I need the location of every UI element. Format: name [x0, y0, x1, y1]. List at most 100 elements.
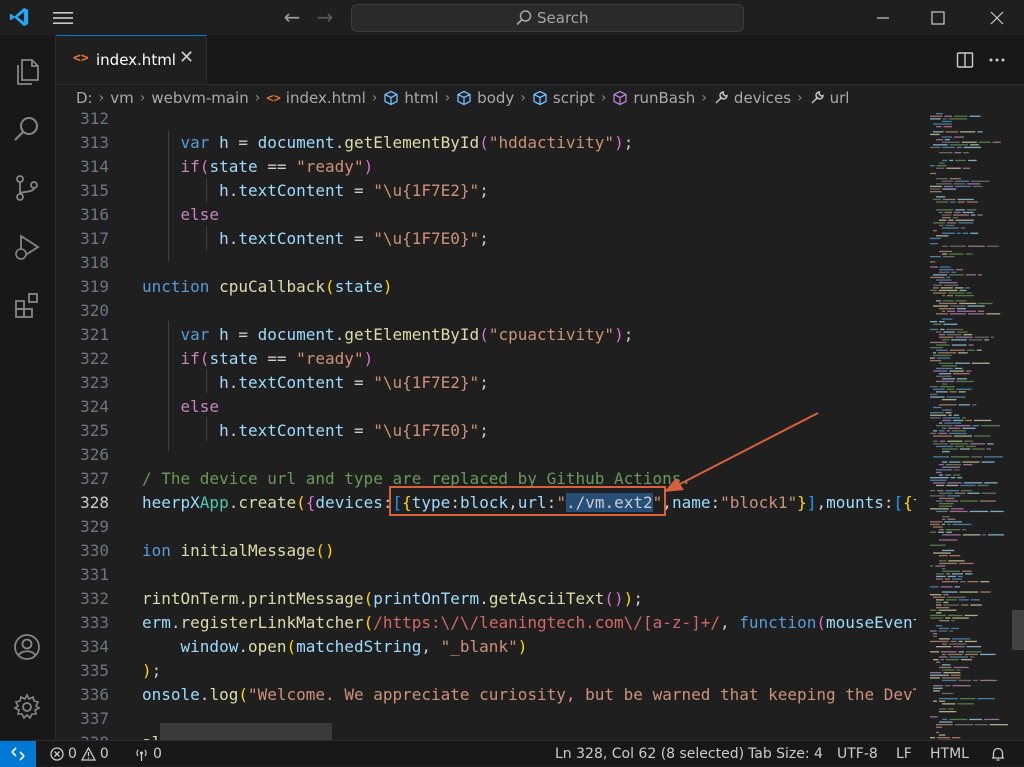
cursor-position[interactable]: Ln 328, Col 62 (8 selected)	[555, 744, 744, 764]
code-line[interactable]: 324 else	[56, 395, 916, 419]
line-number: 327	[56, 467, 109, 491]
chevron-right-icon: ›	[601, 90, 607, 106]
code-text: else	[142, 203, 219, 227]
code-line[interactable]: 320	[56, 299, 916, 323]
line-number: 338	[56, 731, 109, 740]
code-line[interactable]: 331	[56, 563, 916, 587]
breadcrumb-item[interactable]: script	[532, 89, 595, 107]
code-line[interactable]: 316 else	[56, 203, 916, 227]
chevron-right-icon: ›	[445, 90, 451, 106]
breadcrumb-item[interactable]: vm	[110, 89, 134, 107]
source-control-icon[interactable]	[9, 170, 45, 206]
language-mode-button[interactable]: HTML	[930, 744, 969, 764]
line-number: 316	[56, 203, 109, 227]
breadcrumb-item[interactable]: <>index.html	[266, 89, 365, 107]
line-number: 314	[56, 155, 109, 179]
close-icon[interactable]: ✕	[179, 49, 194, 67]
chevron-right-icon: ›	[797, 90, 803, 106]
code-line[interactable]: 330ion initialMessage()	[56, 539, 916, 563]
more-actions-icon[interactable]	[988, 51, 1006, 69]
breadcrumb-item[interactable]: body	[456, 89, 514, 107]
code-line[interactable]: 334 window.open(matchedString, "_blank")	[56, 635, 916, 659]
minimap[interactable]	[916, 111, 1010, 740]
problems-button[interactable]: 0 0	[50, 744, 109, 764]
breadcrumb-item[interactable]: runBash	[612, 89, 695, 107]
code-text: h.textContent = "\u{1F7E2}";	[142, 179, 489, 203]
line-number: 325	[56, 419, 109, 443]
code-line[interactable]: 323 h.textContent = "\u{1F7E2}";	[56, 371, 916, 395]
breadcrumb-item[interactable]: devices	[713, 89, 791, 107]
notifications-bell-icon[interactable]	[990, 744, 1006, 764]
line-number: 315	[56, 179, 109, 203]
activity-bar	[0, 35, 56, 740]
code-line[interactable]: 325 h.textContent = "\u{1F7E0}";	[56, 419, 916, 443]
cube-icon	[383, 90, 399, 106]
indentation-button[interactable]: Tab Size: 4	[748, 744, 823, 764]
vertical-scrollbar[interactable]	[1010, 111, 1024, 740]
code-text: window.open(matchedString, "_blank")	[142, 635, 527, 659]
code-line[interactable]: 321 var h = document.getElementById("cpu…	[56, 323, 916, 347]
eol-button[interactable]: LF	[896, 744, 912, 764]
chevron-right-icon: ›	[701, 90, 707, 106]
search-icon[interactable]	[9, 111, 45, 147]
chevron-right-icon: ›	[520, 90, 526, 106]
remote-icon	[10, 746, 26, 762]
remote-indicator-button[interactable]	[0, 741, 36, 767]
scrollbar-thumb[interactable]	[1012, 610, 1024, 650]
command-center-search[interactable]: Search	[351, 4, 744, 32]
code-line[interactable]: 322 if(state == "ready")	[56, 347, 916, 371]
line-number: 318	[56, 251, 109, 275]
code-line[interactable]: 312	[56, 111, 916, 131]
code-line[interactable]: 319unction cpuCallback(state)	[56, 275, 916, 299]
code-text: var h = document.getElementById("hddacti…	[142, 131, 633, 155]
code-text: h.textContent = "\u{1F7E2}";	[142, 371, 489, 395]
minimize-button[interactable]	[860, 0, 906, 35]
close-window-button[interactable]	[974, 0, 1020, 35]
line-number: 324	[56, 395, 109, 419]
code-line[interactable]: 314 if(state == "ready")	[56, 155, 916, 179]
code-line[interactable]: 335);	[56, 659, 916, 683]
menu-icon[interactable]	[52, 9, 74, 27]
code-line[interactable]: 315 h.textContent = "\u{1F7E2}";	[56, 179, 916, 203]
line-number: 331	[56, 563, 109, 587]
wrench-icon	[809, 90, 825, 106]
code-text: unction cpuCallback(state)	[142, 275, 393, 299]
code-line[interactable]: 332rintOnTerm.printMessage(printOnTerm.g…	[56, 587, 916, 611]
code-line[interactable]: 329	[56, 515, 916, 539]
code-line[interactable]: 336onsole.log("Welcome. We appreciate cu…	[56, 683, 916, 707]
code-line[interactable]: 326	[56, 443, 916, 467]
search-icon	[515, 9, 533, 27]
code-text: var h = document.getElementById("cpuacti…	[142, 323, 633, 347]
accounts-icon[interactable]	[9, 629, 45, 665]
maximize-button[interactable]	[915, 0, 961, 35]
chevron-right-icon: ›	[255, 90, 261, 106]
explorer-icon[interactable]	[9, 53, 45, 89]
back-arrow-icon[interactable]: ←	[280, 6, 304, 30]
line-number: 329	[56, 515, 109, 539]
breadcrumb-item[interactable]: html	[383, 89, 438, 107]
extensions-icon[interactable]	[9, 287, 45, 323]
code-line[interactable]: 333erm.registerLinkMatcher(/https:\/\/le…	[56, 611, 916, 635]
ports-button[interactable]: 0	[134, 744, 162, 764]
code-text: else	[142, 395, 219, 419]
line-number: 337	[56, 707, 109, 731]
code-editor[interactable]: 312313 var h = document.getElementById("…	[56, 111, 916, 740]
code-line[interactable]: 313 var h = document.getElementById("hdd…	[56, 131, 916, 155]
code-line[interactable]: 318	[56, 251, 916, 275]
editor-tab-bar: <> index.html ✕	[56, 35, 1024, 85]
line-number: 334	[56, 635, 109, 659]
code-text: );	[142, 659, 161, 683]
split-editor-icon[interactable]	[956, 51, 974, 69]
run-debug-icon[interactable]	[9, 229, 45, 265]
line-number: 328	[56, 491, 109, 515]
manage-gear-icon[interactable]	[9, 689, 45, 725]
breadcrumb-item[interactable]: url	[809, 89, 850, 107]
code-text: if(state == "ready")	[142, 155, 373, 179]
code-line[interactable]: 317 h.textContent = "\u{1F7E0}";	[56, 227, 916, 251]
broadcast-icon	[134, 747, 149, 762]
breadcrumb-item[interactable]: webvm-main	[151, 89, 248, 107]
breadcrumb-item[interactable]: D:	[76, 89, 93, 107]
tab-index-html[interactable]: <> index.html ✕	[56, 35, 207, 84]
encoding-button[interactable]: UTF-8	[837, 744, 878, 764]
code-text: ion initialMessage()	[142, 539, 335, 563]
